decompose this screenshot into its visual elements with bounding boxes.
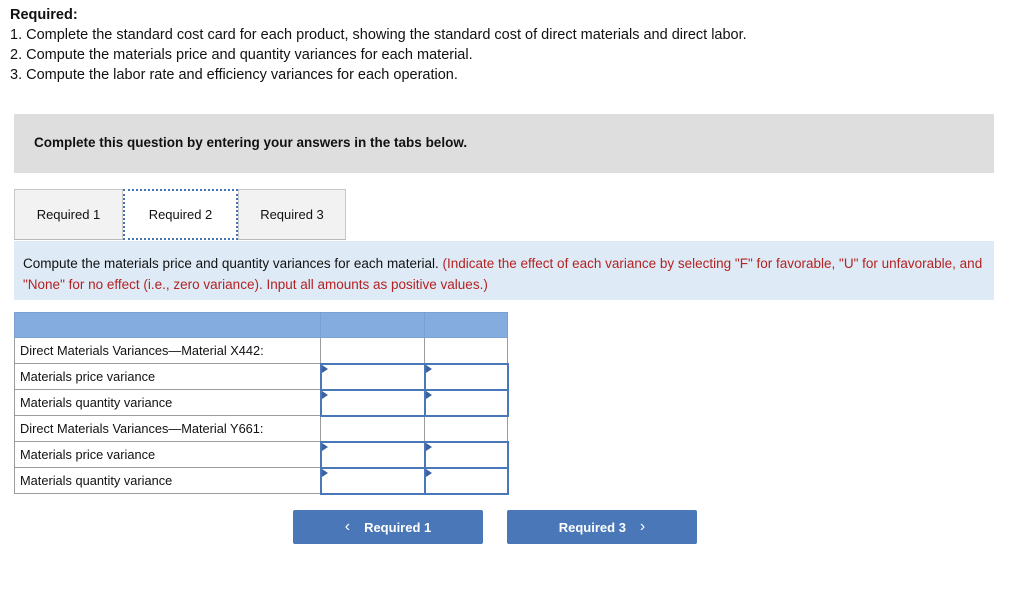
row-effect-cell bbox=[424, 415, 508, 442]
row-label: Materials price variance bbox=[14, 363, 321, 390]
question-instruction-text: Compute the materials price and quantity… bbox=[23, 253, 989, 295]
required-item-2: 2. Compute the materials price and quant… bbox=[10, 47, 473, 63]
effect-input-cell[interactable] bbox=[423, 466, 509, 495]
required-heading: Required: bbox=[10, 7, 78, 23]
required-item-1: 1. Complete the standard cost card for e… bbox=[10, 27, 747, 43]
row-label: Direct Materials Variances—Material Y661… bbox=[14, 415, 321, 442]
row-label: Materials price variance bbox=[14, 441, 321, 468]
tab-bar: Required 1 Required 2 Required 3 bbox=[14, 189, 994, 241]
required-item-3: 3. Compute the labor rate and efficiency… bbox=[10, 67, 458, 83]
tab-required-1[interactable]: Required 1 bbox=[14, 189, 123, 240]
row-amount-cell bbox=[320, 337, 425, 364]
effect-input-cell[interactable] bbox=[423, 440, 509, 469]
table-row: Direct Materials Variances—Material Y661… bbox=[14, 415, 508, 442]
question-instruction-panel: Compute the materials price and quantity… bbox=[14, 241, 994, 300]
dropdown-marker-icon bbox=[321, 442, 328, 451]
dropdown-marker-icon bbox=[425, 364, 432, 373]
dropdown-marker-icon bbox=[425, 468, 432, 477]
table-row: Materials price variance bbox=[14, 440, 509, 469]
instruction-banner-text: Complete this question by entering your … bbox=[34, 135, 468, 150]
row-amount-cell bbox=[320, 415, 425, 442]
tab-required-3-label: Required 3 bbox=[260, 207, 324, 222]
amount-input-cell[interactable] bbox=[319, 388, 426, 417]
prev-required-button-label: Required 1 bbox=[364, 519, 432, 535]
row-effect-cell bbox=[424, 337, 508, 364]
tab-required-2-label: Required 2 bbox=[148, 207, 213, 222]
chevron-left-icon: ‹ bbox=[344, 518, 351, 535]
table-header-row bbox=[14, 312, 508, 338]
table-row: Materials quantity variance bbox=[14, 388, 509, 417]
effect-input-cell[interactable] bbox=[423, 362, 509, 391]
row-label: Materials quantity variance bbox=[14, 389, 321, 416]
instruction-banner: Complete this question by entering your … bbox=[14, 114, 994, 173]
instruction-main: Compute the materials price and quantity… bbox=[23, 256, 439, 271]
tab-required-3[interactable]: Required 3 bbox=[238, 189, 346, 240]
amount-input-cell[interactable] bbox=[319, 466, 426, 495]
effect-input-cell[interactable] bbox=[423, 388, 509, 417]
header-cell-effect bbox=[424, 312, 508, 338]
header-cell-amount bbox=[320, 312, 425, 338]
dropdown-marker-icon bbox=[321, 364, 328, 373]
chevron-right-icon: › bbox=[639, 518, 646, 535]
table-row: Materials price variance bbox=[14, 362, 509, 391]
tab-required-1-label: Required 1 bbox=[36, 207, 101, 222]
header-cell-label bbox=[14, 312, 321, 338]
amount-input-cell[interactable] bbox=[319, 440, 426, 469]
prev-required-button[interactable]: ‹ Required 1 bbox=[293, 510, 483, 544]
variance-table: Direct Materials Variances—Material X442… bbox=[14, 312, 509, 495]
row-label: Direct Materials Variances—Material X442… bbox=[14, 337, 321, 364]
table-row: Materials quantity variance bbox=[14, 466, 509, 495]
next-required-button[interactable]: Required 3 › bbox=[507, 510, 697, 544]
amount-input-cell[interactable] bbox=[319, 362, 426, 391]
required-section: Required: 1. Complete the standard cost … bbox=[10, 6, 1010, 85]
tab-required-2[interactable]: Required 2 bbox=[123, 189, 238, 240]
table-row: Direct Materials Variances—Material X442… bbox=[14, 337, 508, 364]
dropdown-marker-icon bbox=[425, 390, 432, 399]
dropdown-marker-icon bbox=[321, 468, 328, 477]
dropdown-marker-icon bbox=[321, 390, 328, 399]
next-required-button-label: Required 3 bbox=[558, 519, 626, 535]
row-label: Materials quantity variance bbox=[14, 467, 321, 494]
dropdown-marker-icon bbox=[425, 442, 432, 451]
